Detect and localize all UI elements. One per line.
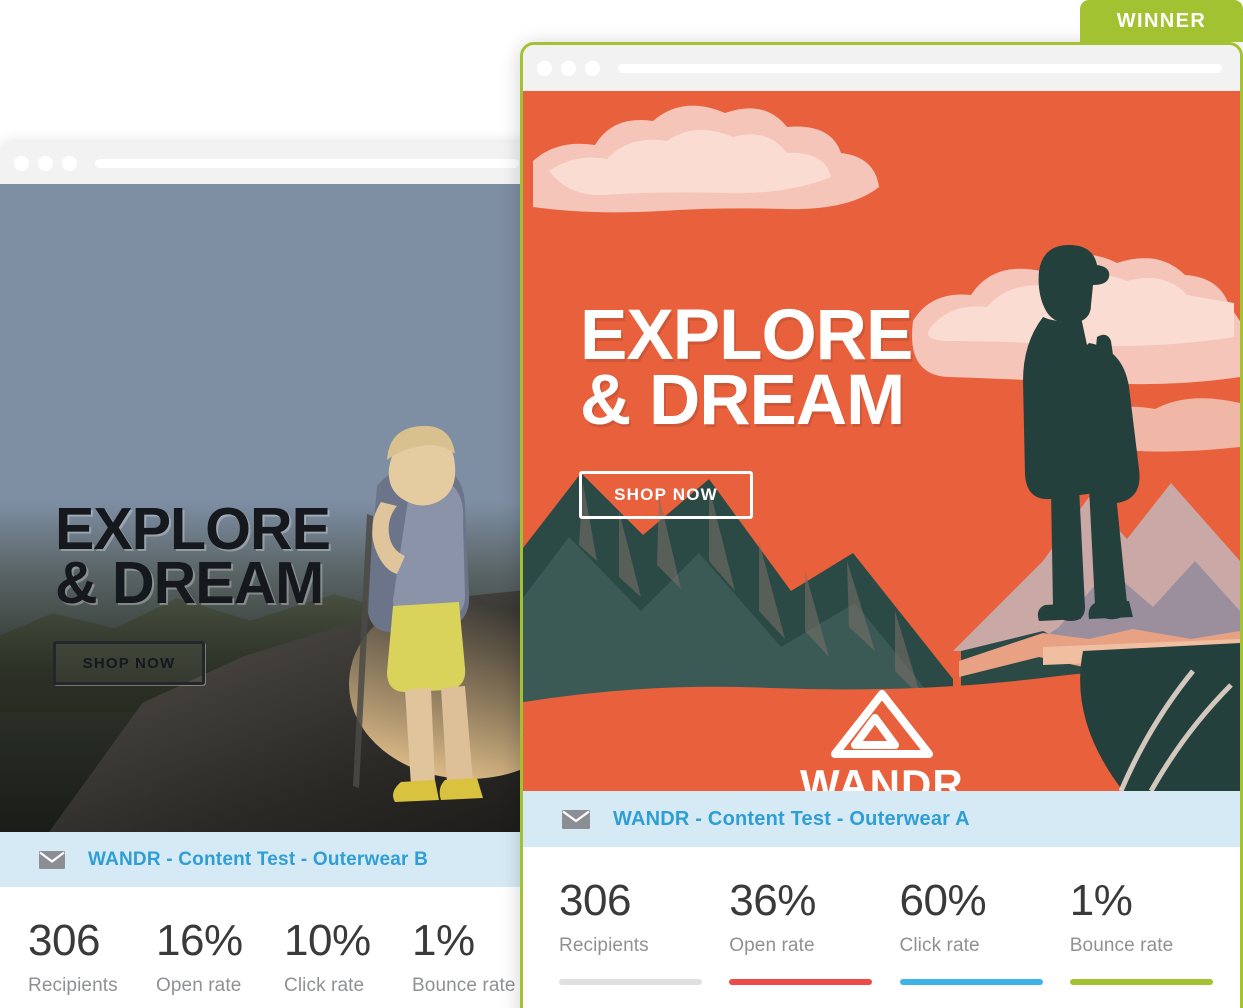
stat-label: Recipients — [559, 935, 649, 956]
stat-label: Recipients — [28, 975, 118, 996]
stat-value: 1% — [412, 916, 475, 965]
email-hero-b: EXPLORE & DREAM SHOP NOW WANDR — [0, 184, 537, 832]
stat-click-rate-a: 60% Click rate — [899, 876, 1070, 985]
hiker-photo-figure-b — [349, 425, 529, 802]
stat-label: Bounce rate — [412, 975, 516, 996]
stat-recipients-a: 306 Recipients — [559, 879, 729, 985]
browser-chrome-a — [523, 45, 1240, 91]
window-dot-maximize-icon[interactable] — [62, 155, 77, 171]
stat-value: 60% — [899, 876, 987, 925]
shop-now-button-a[interactable]: SHOP NOW — [579, 471, 753, 519]
stat-value: 306 — [559, 876, 631, 925]
envelope-icon — [38, 850, 66, 870]
stat-bar — [1069, 979, 1213, 985]
stat-recipients-b: 306 Recipients — [28, 919, 156, 1008]
winner-badge: WINNER — [1080, 0, 1243, 42]
shop-now-button-b[interactable]: SHOP NOW — [53, 641, 205, 685]
hero-headline-a: EXPLORE & DREAM — [580, 296, 913, 441]
hero-headline-b: EXPLORE & DREAM — [55, 496, 331, 617]
stat-bar — [729, 979, 873, 985]
window-dot-minimize-icon[interactable] — [561, 60, 576, 76]
hero-illustration-a — [523, 105, 1240, 791]
wandr-wordmark-a: WANDR — [800, 761, 964, 791]
winner-badge-label: WINNER — [1116, 9, 1207, 32]
window-dot-maximize-icon[interactable] — [585, 60, 600, 76]
stat-label: Click rate — [284, 975, 365, 996]
stat-label: Click rate — [899, 935, 980, 956]
stat-open-rate-a: 36% Open rate — [729, 879, 899, 985]
window-dot-close-icon[interactable] — [14, 155, 29, 171]
stat-bounce-rate-b: 1% Bounce rate — [412, 919, 537, 1008]
subject-line-text-b: WANDR - Content Test - Outerwear B — [88, 848, 429, 870]
mountain-icon — [830, 690, 933, 758]
envelope-icon — [561, 809, 591, 830]
email-hero-a: EXPLORE & DREAM SHOP NOW WANDR — [523, 91, 1240, 791]
wandr-logo-a: WANDR — [800, 689, 964, 791]
variant-card-a[interactable]: EXPLORE & DREAM SHOP NOW WANDR WANDR - C… — [520, 42, 1243, 1008]
address-bar-b[interactable] — [95, 158, 519, 168]
ab-test-comparison: EXPLORE & DREAM SHOP NOW WANDR WANDR - C… — [0, 0, 1243, 1008]
window-dot-minimize-icon[interactable] — [38, 155, 53, 171]
stat-value: 306 — [28, 916, 100, 965]
stat-label: Open rate — [156, 975, 242, 996]
stat-value: 10% — [284, 916, 371, 965]
window-dots-b — [14, 155, 77, 171]
variant-card-b[interactable]: EXPLORE & DREAM SHOP NOW WANDR WANDR - C… — [0, 142, 537, 1008]
window-dot-close-icon[interactable] — [537, 60, 552, 76]
address-bar-a[interactable] — [618, 63, 1222, 73]
subject-line-b[interactable]: WANDR - Content Test - Outerwear B — [0, 832, 537, 887]
stat-bar — [559, 979, 702, 985]
stat-value: 1% — [1069, 876, 1133, 925]
stat-label: Open rate — [729, 935, 815, 956]
stat-label: Bounce rate — [1069, 935, 1174, 956]
stat-bounce-rate-a: 1% Bounce rate — [1069, 876, 1240, 985]
stat-click-rate-b: 10% Click rate — [284, 919, 412, 1008]
stats-row-a: 306 Recipients 36% Open rate 60% Click r… — [523, 847, 1240, 985]
stats-row-b: 306 Recipients 16% Open rate 10% Click r… — [0, 887, 537, 1008]
stat-value: 36% — [729, 876, 816, 925]
subject-line-text-a: WANDR - Content Test - Outerwear A — [613, 807, 970, 830]
browser-chrome-b — [0, 142, 537, 184]
subject-line-a[interactable]: WANDR - Content Test - Outerwear A — [523, 791, 1240, 847]
window-dots-a — [537, 60, 600, 76]
stat-open-rate-b: 16% Open rate — [156, 919, 284, 1008]
stat-bar — [899, 979, 1043, 985]
stat-value: 16% — [156, 916, 243, 965]
